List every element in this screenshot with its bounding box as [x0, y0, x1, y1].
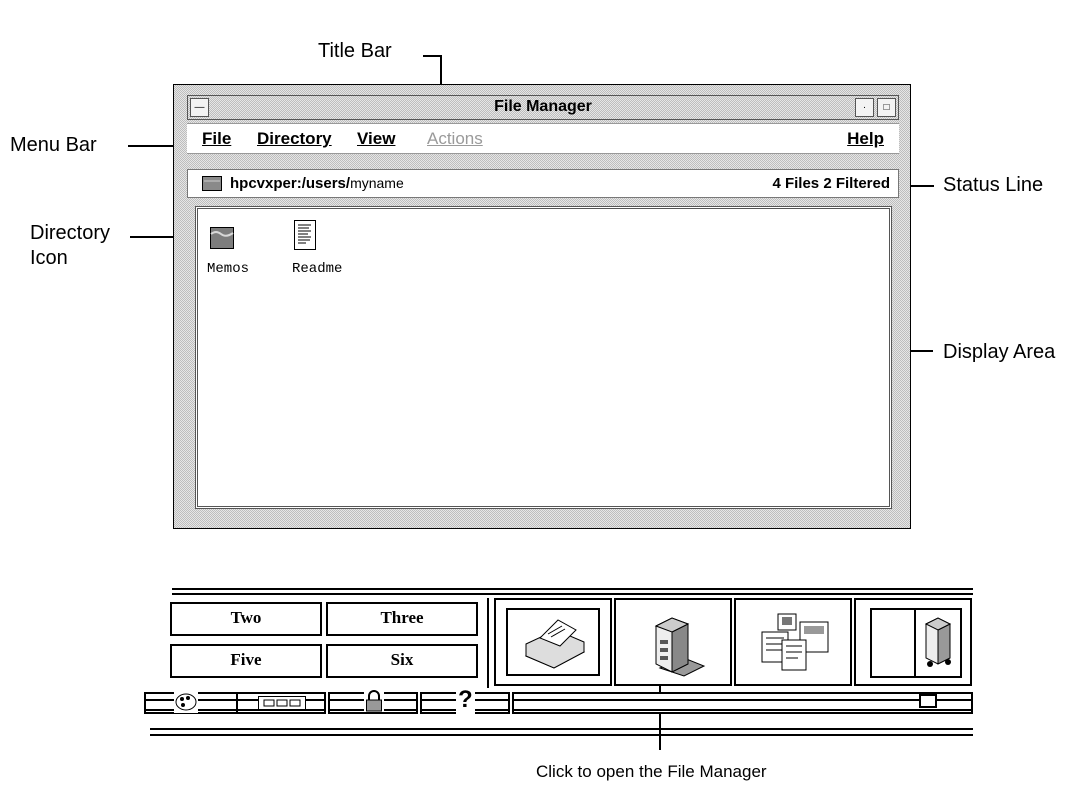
maximize-icon: □ [883, 102, 890, 113]
menu-bar: File Directory View Actions Help [187, 123, 899, 154]
status-line-callout: Status Line [943, 174, 1044, 196]
menu-help[interactable]: Help [847, 129, 884, 149]
file-manager-control[interactable] [614, 598, 732, 686]
minimize-button[interactable]: · [855, 98, 874, 117]
workspace-three-button[interactable]: Three [326, 602, 478, 636]
document-icon [294, 220, 316, 250]
front-panel-status-strip [512, 692, 973, 714]
title-bar-callout: Title Bar [318, 40, 392, 62]
file-manager-window: — File Manager · □ File Directory View A… [173, 84, 911, 529]
title-bar-leader [423, 55, 441, 57]
menu-actions[interactable]: Actions [427, 129, 483, 149]
menu-file[interactable]: File [202, 129, 231, 149]
menu-bar-callout: Menu Bar [10, 134, 97, 156]
minimize-icon: · [862, 102, 867, 113]
title-bar[interactable]: — File Manager · □ [187, 95, 899, 120]
trash-icon [924, 617, 952, 667]
trash-divider [914, 608, 916, 678]
file-item-readme[interactable]: Readme [292, 216, 372, 286]
file-manager-icon [654, 617, 706, 677]
palette-icon [174, 691, 198, 713]
app-manager-icon [761, 613, 829, 671]
folder-icon [202, 176, 222, 191]
lock-icon [364, 690, 384, 712]
workspace-switch-control[interactable] [236, 692, 326, 714]
status-file-count: 4 Files 2 Filtered [772, 175, 890, 192]
panel-minimize-button[interactable] [919, 694, 937, 708]
file-label: Readme [292, 261, 343, 277]
directory-item-memos[interactable]: Memos [207, 223, 267, 283]
maximize-button[interactable]: □ [877, 98, 896, 117]
workspace-divider [487, 598, 489, 688]
strip-rule [514, 699, 971, 711]
status-path: hpcvxper:/users/myname [230, 175, 404, 192]
folder-icon [210, 227, 234, 249]
app-manager-control[interactable] [734, 598, 852, 686]
workspace-two-button[interactable]: Two [170, 602, 322, 636]
workspace-five-button[interactable]: Five [170, 644, 322, 678]
display-area-callout: Display Area [943, 341, 1056, 363]
keyboard-icon [258, 696, 306, 710]
status-line: hpcvxper:/users/myname 4 Files 2 Filtere… [187, 169, 899, 198]
help-icon: ? [456, 686, 475, 714]
display-area[interactable]: Memos Readme [195, 206, 892, 509]
open-file-manager-callout: Click to open the File Manager [536, 762, 767, 781]
front-panel-bottom-rule [150, 728, 973, 730]
front-panel: Two Three Five Six ? [144, 588, 973, 738]
menu-view[interactable]: View [357, 129, 395, 149]
style-manager-control[interactable] [144, 691, 240, 714]
front-panel-top-rule [172, 588, 973, 590]
window-title: File Manager [494, 98, 592, 115]
lock-control[interactable] [328, 690, 418, 714]
printer-icon [524, 619, 586, 669]
help-control[interactable]: ? [420, 686, 510, 714]
directory-icon-callout-line1: Directory [30, 222, 111, 244]
front-panel-bottom-rule-2 [150, 734, 973, 736]
menu-directory[interactable]: Directory [257, 129, 332, 149]
front-panel-top-rule-2 [172, 593, 973, 595]
directory-icon-callout-line2: Icon [30, 247, 68, 269]
workspace-six-button[interactable]: Six [326, 644, 478, 678]
file-label: Memos [207, 261, 250, 277]
trash-control[interactable] [854, 598, 972, 686]
printer-control[interactable] [494, 598, 612, 686]
